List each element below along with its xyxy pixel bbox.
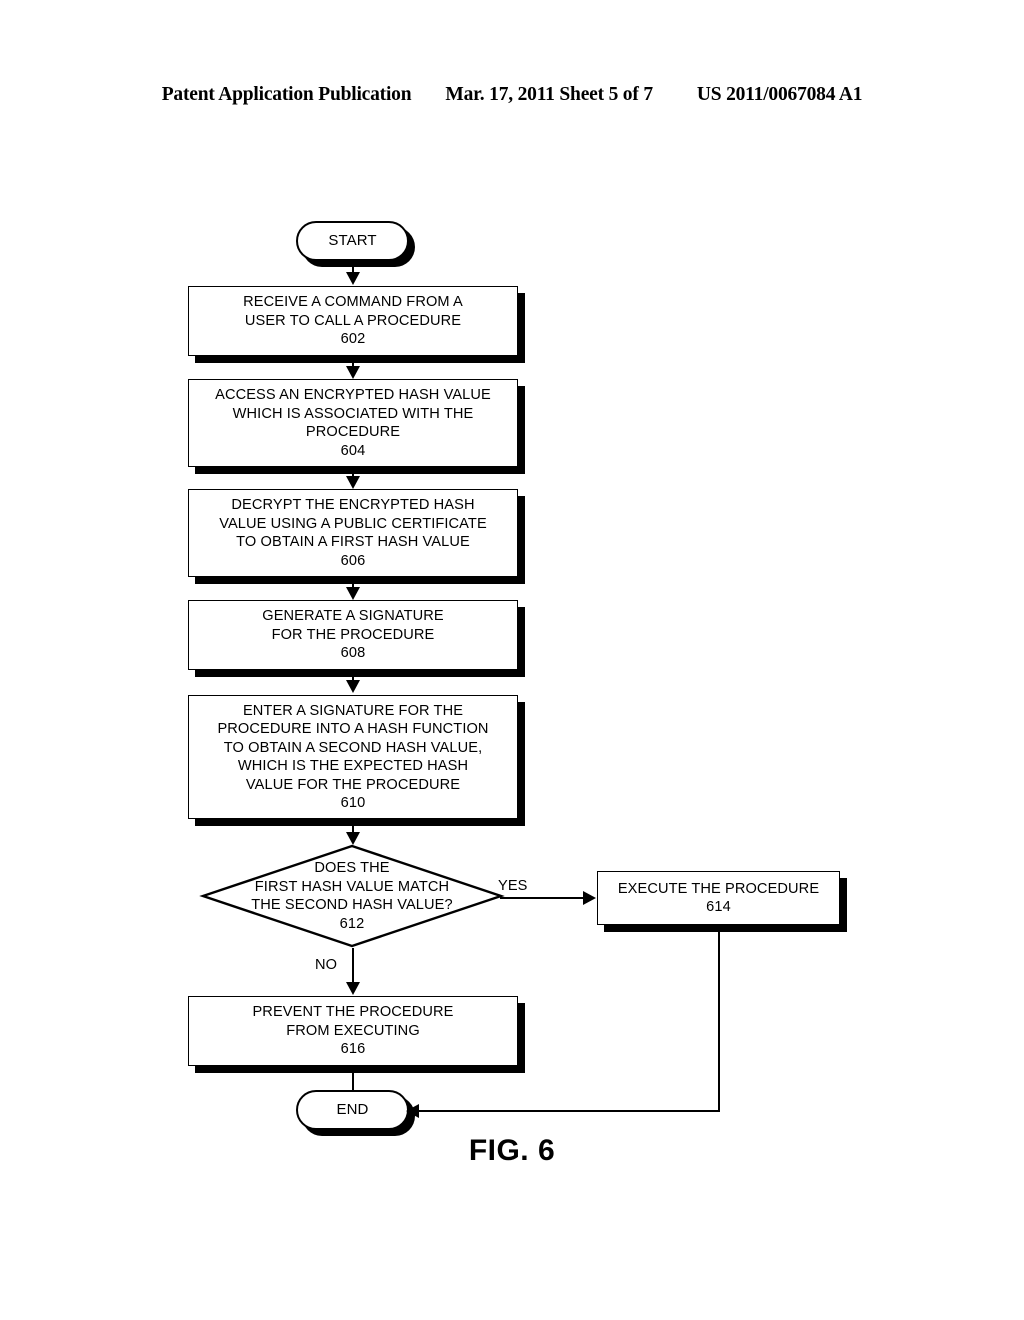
flow-node-end: END — [296, 1090, 409, 1130]
flow-node-606-line-2: VALUE USING A PUBLIC CERTIFICATE — [219, 515, 487, 532]
flow-node-610-line-5: VALUE FOR THE PROCEDURE — [245, 776, 461, 793]
flow-node-610-line-2: PROCEDURE INTO A HASH FUNCTION — [217, 721, 489, 737]
flow-node-610-line-3: TO OBTAIN A SECOND HASH VALUE, — [223, 739, 483, 756]
flow-node-602-line-1: RECEIVE A COMMAND FROM A — [243, 294, 463, 311]
figure-caption: FIG. 6 — [468, 1134, 556, 1167]
diamond-shape — [199, 844, 505, 948]
flow-node-602: RECEIVE A COMMAND FROM A USER TO CALL A … — [188, 286, 518, 356]
flow-node-606-ref: 606 — [340, 552, 366, 569]
flow-node-610-text: ENTER A SIGNATURE FOR THE PROCEDURE INTO… — [189, 696, 517, 818]
flow-node-start-text: START — [298, 223, 407, 259]
flow-node-610-line-4: WHICH IS THE EXPECTED HASH — [237, 758, 469, 774]
flow-node-604-line-3: PROCEDURE — [305, 424, 401, 440]
flow-node-606-line-1: DECRYPT THE ENCRYPTED HASH — [231, 497, 475, 513]
flow-node-610-line-1: ENTER A SIGNATURE FOR THE — [242, 702, 464, 719]
flow-node-604-ref: 604 — [340, 442, 366, 459]
flow-node-614-line-1: EXECUTE THE PROCEDURE — [617, 880, 820, 897]
flow-node-604-line-1: ACCESS AN ENCRYPTED HASH VALUE — [215, 387, 491, 403]
flow-node-616: PREVENT THE PROCEDURE FROM EXECUTING 616 — [188, 996, 518, 1066]
flow-node-602-line-2: USER TO CALL A PROCEDURE — [244, 312, 462, 329]
end-label: END — [336, 1100, 369, 1118]
start-label: START — [328, 231, 377, 249]
arrowhead-610-to-612 — [346, 832, 360, 845]
flow-node-608-line-1: GENERATE A SIGNATURE — [262, 608, 444, 625]
flow-node-604-text: ACCESS AN ENCRYPTED HASH VALUE WHICH IS … — [189, 380, 517, 466]
branch-label-no: NO — [315, 957, 338, 973]
flow-node-616-ref: 616 — [340, 1041, 366, 1058]
flow-node-616-line-2: FROM EXECUTING — [286, 1022, 420, 1039]
arrowhead-612-no-to-616 — [346, 982, 360, 995]
branch-label-yes: YES — [498, 878, 528, 894]
arrowhead-start-to-602 — [346, 272, 360, 285]
connector-614-to-end — [417, 1110, 720, 1112]
arrowhead-604-to-606 — [346, 476, 360, 489]
arrowhead-602-to-604 — [346, 366, 360, 379]
flow-node-610-ref: 610 — [340, 795, 366, 811]
flow-node-608-line-2: FOR THE PROCEDURE — [271, 626, 435, 643]
connector-614-down — [718, 927, 720, 1112]
flow-node-608-ref: 608 — [340, 645, 366, 662]
flow-node-614: EXECUTE THE PROCEDURE 614 — [597, 871, 840, 925]
flow-node-616-text: PREVENT THE PROCEDURE FROM EXECUTING 616 — [189, 997, 517, 1065]
flowchart-diagram: START RECEIVE A COMMAND FROM A USER TO C… — [0, 0, 1024, 1320]
flow-node-614-ref: 614 — [706, 899, 731, 915]
connector-612-yes-to-614 — [500, 897, 585, 899]
arrowhead-606-to-608 — [346, 587, 360, 600]
flow-node-608-text: GENERATE A SIGNATURE FOR THE PROCEDURE 6… — [189, 601, 517, 669]
flow-node-604: ACCESS AN ENCRYPTED HASH VALUE WHICH IS … — [188, 379, 518, 467]
arrowhead-608-to-610 — [346, 680, 360, 693]
flow-node-610: ENTER A SIGNATURE FOR THE PROCEDURE INTO… — [188, 695, 518, 819]
flow-node-602-text: RECEIVE A COMMAND FROM A USER TO CALL A … — [189, 287, 517, 355]
arrowhead-612-yes-to-614 — [583, 891, 596, 905]
flow-node-602-ref: 602 — [340, 331, 366, 348]
arrowhead-614-to-end — [406, 1104, 419, 1118]
flow-node-616-line-1: PREVENT THE PROCEDURE — [252, 1004, 454, 1021]
flow-node-604-line-2: WHICH IS ASSOCIATED WITH THE — [232, 405, 474, 422]
flow-node-614-text: EXECUTE THE PROCEDURE 614 — [598, 872, 839, 924]
flow-node-612: DOES THE FIRST HASH VALUE MATCH THE SECO… — [199, 844, 505, 951]
flow-node-606-text: DECRYPT THE ENCRYPTED HASH VALUE USING A… — [189, 490, 517, 576]
flow-node-start: START — [296, 221, 409, 261]
flow-node-end-text: END — [298, 1092, 407, 1128]
flow-node-608: GENERATE A SIGNATURE FOR THE PROCEDURE 6… — [188, 600, 518, 670]
flow-node-606: DECRYPT THE ENCRYPTED HASH VALUE USING A… — [188, 489, 518, 577]
flow-node-606-line-3: TO OBTAIN A FIRST HASH VALUE — [236, 534, 470, 550]
